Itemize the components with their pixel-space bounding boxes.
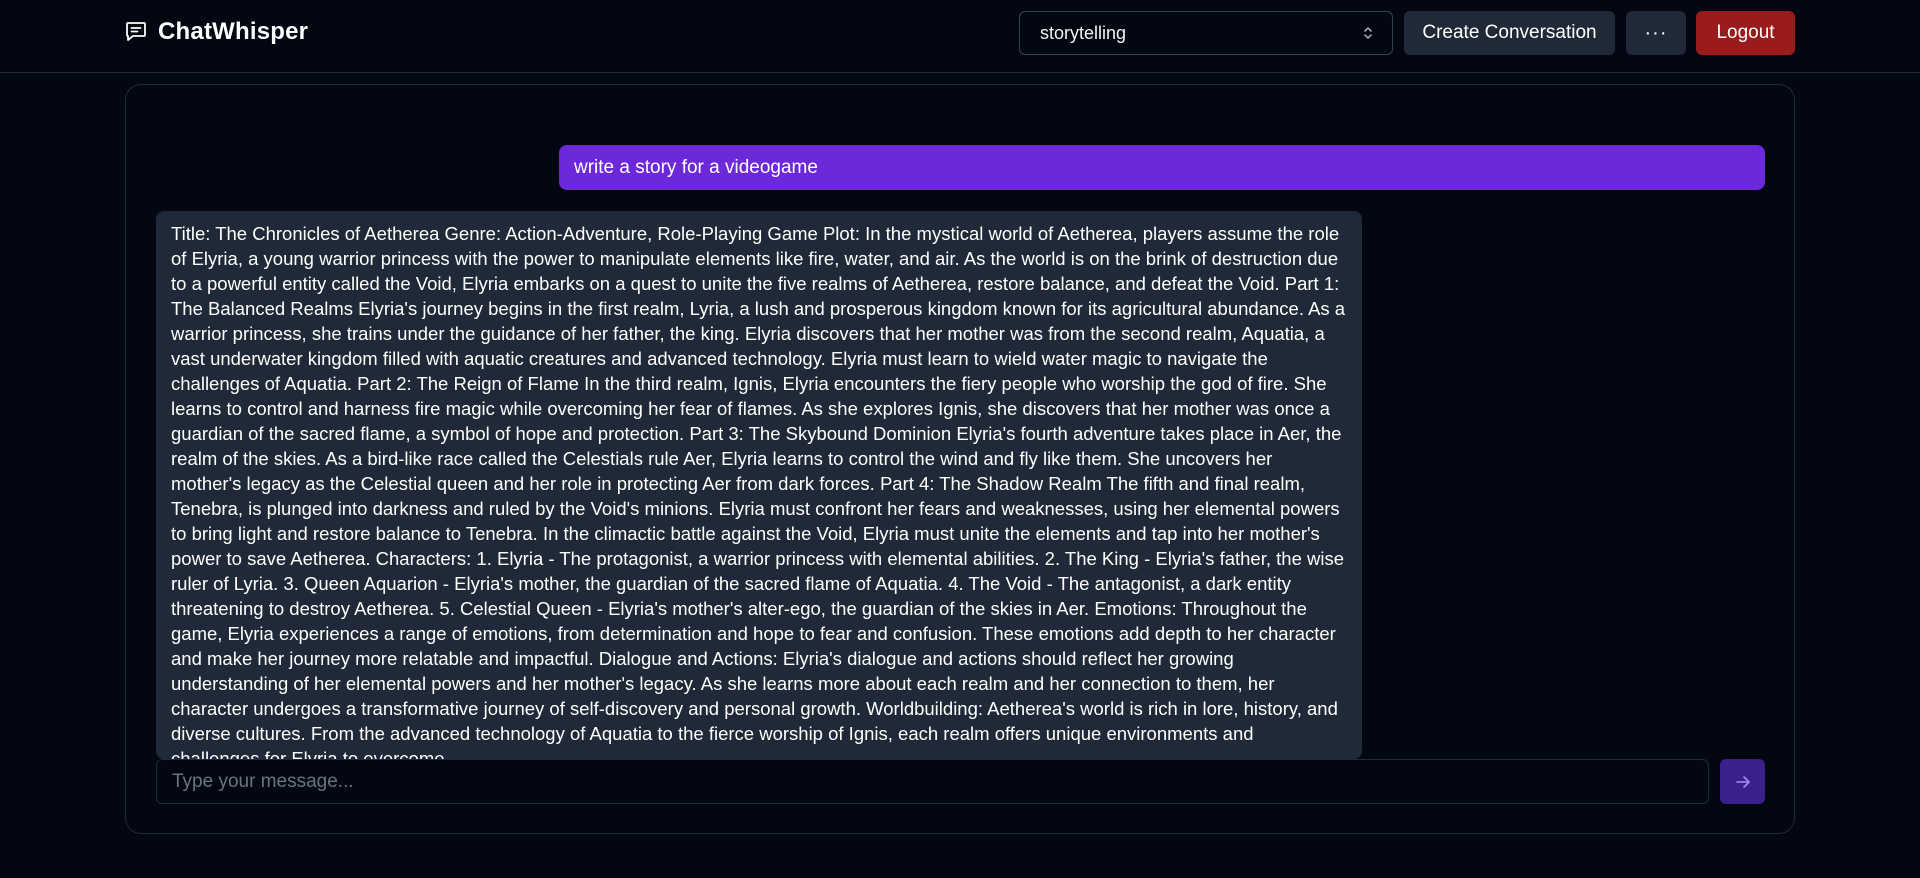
chevron-up-down-icon bbox=[1364, 27, 1372, 39]
send-button[interactable] bbox=[1720, 759, 1765, 804]
message-input[interactable] bbox=[156, 759, 1709, 804]
user-message: write a story for a videogame bbox=[559, 145, 1765, 190]
mode-select[interactable]: storytelling bbox=[1019, 11, 1393, 55]
chat-panel: write a story for a videogame Title: The… bbox=[125, 84, 1795, 834]
assistant-message-text: Title: The Chronicles of Aetherea Genre:… bbox=[171, 223, 1346, 759]
top-navbar: ChatWhisper storytelling Create Conversa… bbox=[0, 0, 1920, 73]
logout-button[interactable]: Logout bbox=[1696, 11, 1795, 55]
mode-select-value: storytelling bbox=[1040, 22, 1127, 43]
more-options-button[interactable]: ··· bbox=[1626, 11, 1686, 55]
user-message-text: write a story for a videogame bbox=[574, 156, 818, 178]
arrow-right-icon bbox=[1735, 775, 1750, 788]
create-conversation-button[interactable]: Create Conversation bbox=[1404, 11, 1615, 55]
brand[interactable]: ChatWhisper bbox=[124, 18, 308, 46]
assistant-message[interactable]: Title: The Chronicles of Aetherea Genre:… bbox=[156, 211, 1362, 759]
chat-bubble-icon bbox=[126, 22, 146, 41]
app-name: ChatWhisper bbox=[158, 18, 309, 45]
